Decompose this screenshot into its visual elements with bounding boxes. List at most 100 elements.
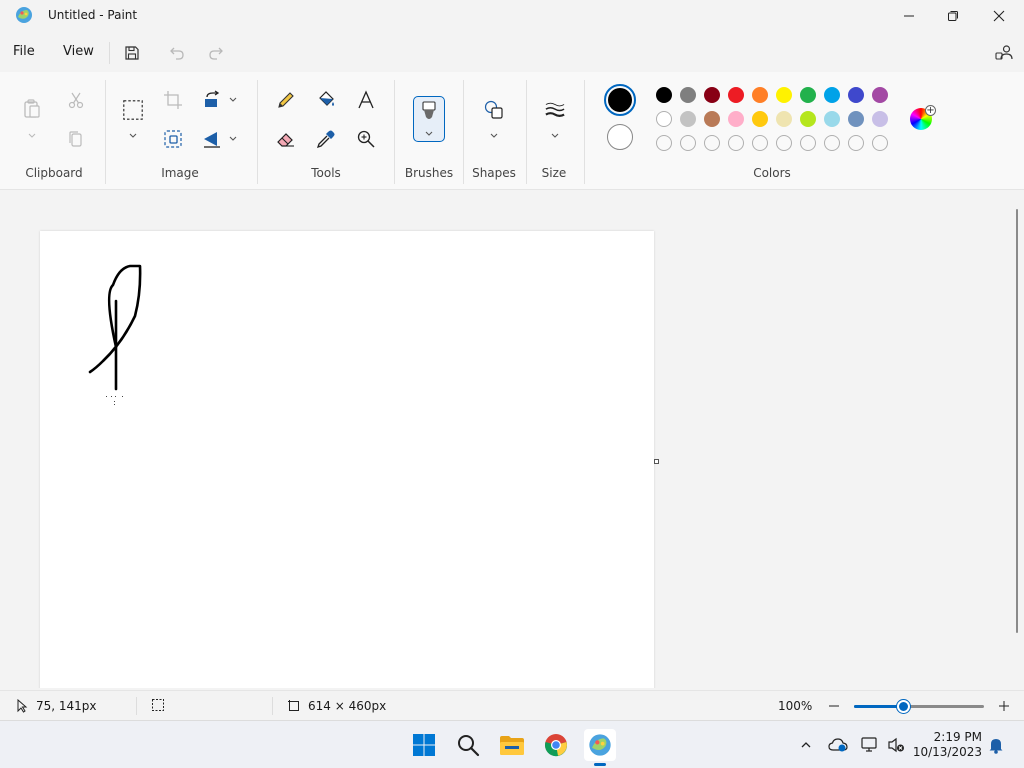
zoom-level: 100% bbox=[778, 699, 813, 713]
canvas-resize-handle-right[interactable] bbox=[654, 459, 659, 464]
show-hidden-icons-button[interactable] bbox=[796, 735, 816, 755]
custom-color-slot[interactable] bbox=[752, 135, 768, 151]
color-picker-button[interactable] bbox=[312, 125, 340, 153]
palette-color-swatch[interactable] bbox=[848, 87, 864, 103]
close-button[interactable] bbox=[976, 0, 1022, 32]
palette-color-swatch[interactable] bbox=[728, 87, 744, 103]
custom-color-slot[interactable] bbox=[728, 135, 744, 151]
undo-icon bbox=[170, 47, 184, 60]
minimize-icon bbox=[904, 15, 914, 17]
undo-button[interactable] bbox=[164, 40, 190, 66]
palette-color-swatch[interactable] bbox=[776, 111, 792, 127]
custom-color-slot[interactable] bbox=[680, 135, 696, 151]
system-clock[interactable]: 2:19 PM 10/13/2023 bbox=[913, 730, 982, 760]
select-chevron-down-icon[interactable] bbox=[128, 132, 138, 140]
zoom-slider[interactable] bbox=[854, 700, 984, 713]
palette-color-swatch[interactable] bbox=[872, 87, 888, 103]
palette-color-swatch[interactable] bbox=[800, 87, 816, 103]
canvas-workspace bbox=[0, 191, 1024, 688]
eraser-button[interactable] bbox=[272, 125, 300, 153]
vertical-scrollbar[interactable] bbox=[1016, 209, 1018, 633]
palette-color-swatch[interactable] bbox=[704, 111, 720, 127]
save-button[interactable] bbox=[119, 40, 145, 66]
onedrive-tray-button[interactable] bbox=[828, 735, 848, 755]
menu-view[interactable]: View bbox=[63, 44, 94, 59]
canvas-size-text: 614 × 460px bbox=[308, 699, 387, 713]
edit-colors-button[interactable]: + bbox=[910, 105, 936, 134]
menu-separator bbox=[109, 42, 110, 64]
primary-color-button[interactable] bbox=[604, 84, 636, 116]
brushes-button[interactable] bbox=[413, 96, 445, 142]
palette-color-swatch[interactable] bbox=[776, 87, 792, 103]
palette-color-swatch[interactable] bbox=[872, 111, 888, 127]
taskbar: 2:19 PM 10/13/2023 bbox=[0, 720, 1024, 768]
account-button[interactable] bbox=[991, 40, 1017, 66]
shapes-chevron-down-icon[interactable] bbox=[489, 132, 499, 140]
windows-logo-icon bbox=[413, 734, 435, 756]
shapes-button[interactable] bbox=[480, 96, 508, 124]
rotate-button[interactable] bbox=[198, 86, 226, 114]
palette-color-swatch[interactable] bbox=[704, 87, 720, 103]
palette-color-swatch[interactable] bbox=[848, 111, 864, 127]
custom-color-slot[interactable] bbox=[824, 135, 840, 151]
folder-icon bbox=[500, 736, 524, 755]
flip-chevron-down-icon[interactable] bbox=[228, 135, 238, 143]
primary-color-swatch bbox=[608, 88, 632, 112]
search-button[interactable] bbox=[452, 729, 484, 761]
paste-chevron-down-icon[interactable] bbox=[27, 132, 37, 140]
pencil-button[interactable] bbox=[272, 86, 300, 114]
secondary-color-button[interactable] bbox=[607, 124, 633, 150]
fill-button[interactable] bbox=[312, 86, 340, 114]
zoom-out-button[interactable] bbox=[826, 698, 842, 714]
palette-color-swatch[interactable] bbox=[656, 111, 672, 127]
palette-color-swatch[interactable] bbox=[752, 87, 768, 103]
plus-icon bbox=[999, 701, 1009, 711]
copy-button[interactable] bbox=[62, 125, 90, 153]
zoom-slider-thumb[interactable] bbox=[896, 700, 910, 713]
file-explorer-button[interactable] bbox=[496, 729, 528, 761]
palette-color-swatch[interactable] bbox=[824, 87, 840, 103]
paste-button[interactable] bbox=[18, 94, 46, 122]
minimize-button[interactable] bbox=[886, 0, 932, 32]
text-button[interactable] bbox=[352, 86, 380, 114]
group-label-brushes: Brushes bbox=[404, 166, 454, 180]
palette-color-swatch[interactable] bbox=[680, 87, 696, 103]
custom-color-slot[interactable] bbox=[872, 135, 888, 151]
palette-color-swatch[interactable] bbox=[752, 111, 768, 127]
chrome-button[interactable] bbox=[540, 729, 572, 761]
cut-button[interactable] bbox=[62, 86, 90, 114]
redo-button[interactable] bbox=[203, 40, 229, 66]
size-button[interactable] bbox=[541, 96, 569, 124]
menu-file[interactable]: File bbox=[13, 44, 35, 59]
ribbon-separator bbox=[105, 80, 106, 184]
pencil-icon bbox=[278, 92, 294, 108]
start-button[interactable] bbox=[408, 729, 440, 761]
custom-color-slot[interactable] bbox=[776, 135, 792, 151]
resize-button[interactable] bbox=[159, 125, 187, 153]
custom-color-slot[interactable] bbox=[656, 135, 672, 151]
flip-button[interactable] bbox=[198, 125, 226, 153]
restore-button[interactable] bbox=[930, 0, 976, 32]
status-separator bbox=[272, 697, 273, 715]
paint-taskbar-button[interactable] bbox=[584, 729, 616, 766]
size-chevron-down-icon[interactable] bbox=[550, 132, 560, 140]
custom-color-slot[interactable] bbox=[800, 135, 816, 151]
volume-tray-button[interactable] bbox=[886, 735, 906, 755]
palette-color-swatch[interactable] bbox=[656, 87, 672, 103]
palette-color-swatch[interactable] bbox=[824, 111, 840, 127]
palette-color-swatch[interactable] bbox=[728, 111, 744, 127]
custom-color-slot[interactable] bbox=[848, 135, 864, 151]
canvas-drawing bbox=[88, 264, 142, 405]
palette-color-swatch[interactable] bbox=[680, 111, 696, 127]
zoom-in-button[interactable] bbox=[996, 698, 1012, 714]
select-button[interactable] bbox=[119, 96, 147, 124]
notifications-button[interactable] bbox=[986, 735, 1006, 755]
palette-color-swatch[interactable] bbox=[800, 111, 816, 127]
magnifier-button[interactable] bbox=[352, 125, 380, 153]
custom-color-slot[interactable] bbox=[704, 135, 720, 151]
network-tray-button[interactable] bbox=[860, 735, 880, 755]
drawing-canvas[interactable] bbox=[40, 231, 654, 688]
rotate-chevron-down-icon[interactable] bbox=[228, 96, 238, 104]
paint-app-icon bbox=[589, 734, 611, 756]
crop-button[interactable] bbox=[159, 86, 187, 114]
